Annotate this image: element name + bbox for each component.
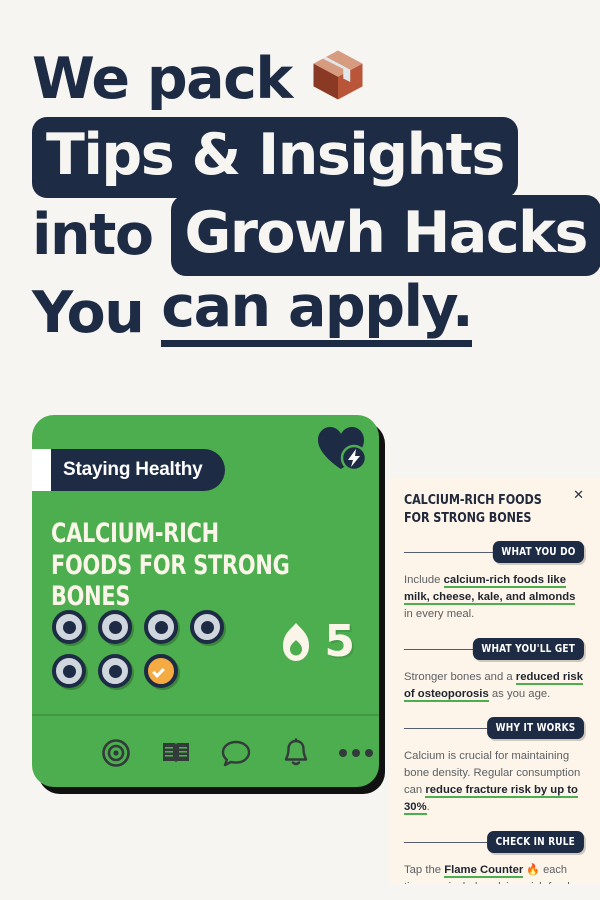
badge-row: What You'll Get [404, 637, 584, 661]
headline-line-4: You can apply. [32, 276, 592, 350]
highlight-text: reduce fracture risk by up to 30% [404, 784, 578, 816]
package-emoji-icon [313, 50, 363, 100]
progress-dots[interactable] [52, 610, 242, 688]
panel-section-what-you-do: What You Do Include calcium-rich foods l… [404, 540, 584, 623]
section-body: Tap the Flame Counter 🔥 each time you in… [404, 862, 584, 884]
headline-line-3: into Growh Hacks [32, 194, 600, 276]
text-before: Tap the [404, 863, 445, 876]
headline-pill-tips-insights: Tips & Insights [32, 116, 518, 198]
panel-title: Calcium-Rich Foods for Strong Bones [404, 492, 542, 526]
progress-dot[interactable] [52, 654, 86, 688]
streak-count: 5 [324, 616, 355, 667]
section-badge: What You'll Get [473, 637, 584, 660]
panel-section-what-youll-get: What You'll Get Stronger bones and a red… [404, 637, 584, 703]
headline-pill-growth-hacks: Growh Hacks [170, 194, 600, 276]
card-divider [32, 714, 379, 716]
section-body: Include calcium-rich foods like milk, ch… [404, 572, 584, 623]
panel-section-check-in-rule: Check In Rule Tap the Flame Counter 🔥 ea… [404, 830, 584, 884]
card-action-bar [32, 725, 379, 781]
detail-panel: ✕ Calcium-Rich Foods for Strong Bones Wh… [390, 478, 600, 884]
progress-dot[interactable] [98, 654, 132, 688]
badge-row: What You Do [404, 540, 584, 564]
flame-icon [283, 623, 310, 661]
section-badge: Check In Rule [487, 830, 584, 853]
section-badge: What You Do [492, 541, 584, 564]
progress-dot-completed[interactable] [144, 654, 178, 688]
text-before: Stronger bones and a [404, 670, 516, 683]
card-title: Calcium-Rich Foods for Strong Bones [51, 518, 290, 613]
text-after: as you age. [488, 687, 551, 700]
headline-text-into: into [32, 201, 154, 268]
flame-counter[interactable]: 5 [277, 620, 355, 664]
category-tag-row: Staying Healthy [32, 449, 225, 491]
bell-icon[interactable] [279, 736, 313, 770]
headline-text-can-apply: can apply. [161, 279, 474, 347]
target-icon[interactable] [99, 736, 133, 770]
heart-bolt-icon [318, 427, 367, 471]
section-body: Calcium is crucial for maintaining bone … [404, 748, 584, 817]
text-after: in every meal. [404, 608, 475, 621]
text-before: Include [404, 574, 444, 587]
comment-icon[interactable] [219, 736, 253, 770]
close-icon[interactable]: ✕ [573, 488, 584, 501]
book-icon[interactable] [159, 736, 193, 770]
progress-dot[interactable] [190, 610, 224, 644]
ellipsis-icon[interactable] [338, 736, 373, 770]
text-after: . [426, 801, 430, 814]
highlight-text: Flame Counter [444, 863, 524, 878]
progress-dot[interactable] [52, 610, 86, 644]
section-badge: Why It Works [487, 716, 584, 739]
progress-dot[interactable] [98, 610, 132, 644]
section-body: Stronger bones and a reduced risk of ost… [404, 669, 584, 703]
panel-section-why-it-works: Why It Works Calcium is crucial for main… [404, 716, 584, 817]
badge-row: Why It Works [404, 716, 584, 740]
headline-line-1: We pack [32, 42, 592, 116]
habit-card[interactable]: Staying Healthy Calcium-Rich Foods for S… [32, 415, 379, 787]
headline-text-you: You [32, 279, 145, 346]
badge-row: Check In Rule [404, 830, 584, 854]
headline-text-we-pack: We pack [32, 45, 293, 112]
category-tag-label: Staying Healthy [51, 449, 225, 491]
tag-accent-block [32, 449, 51, 491]
headline-block: We pack Tips & Insights into Growh Hacks… [32, 42, 600, 354]
headline-line-2: Tips & Insights [32, 116, 592, 198]
progress-dot[interactable] [144, 610, 178, 644]
